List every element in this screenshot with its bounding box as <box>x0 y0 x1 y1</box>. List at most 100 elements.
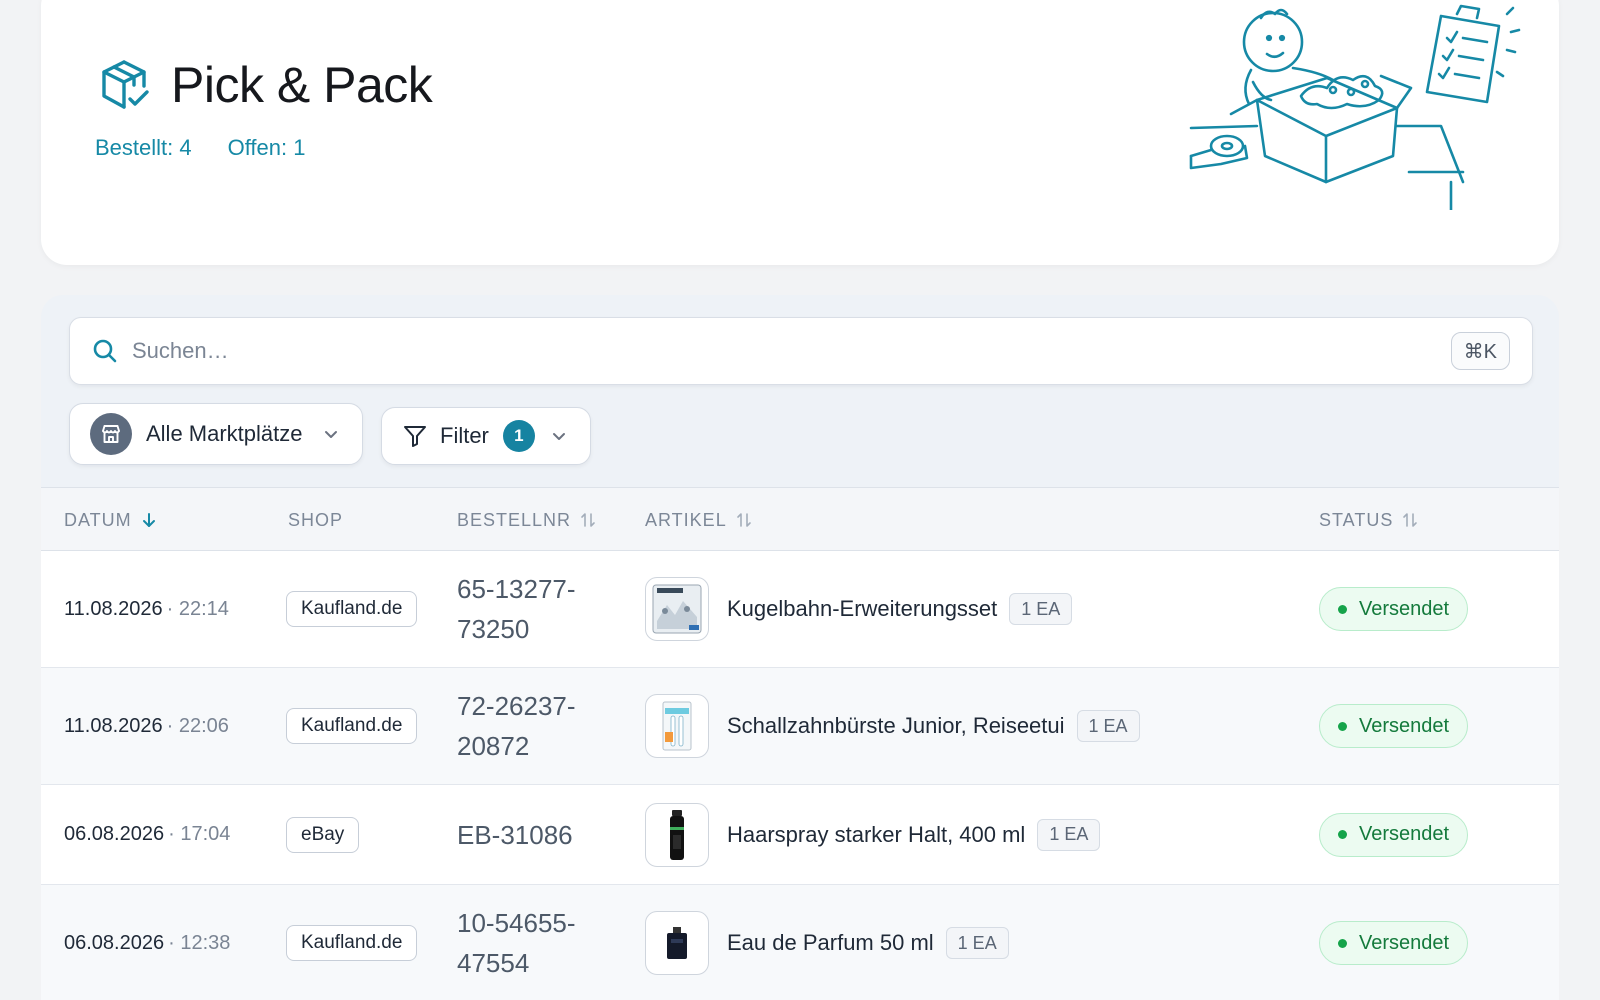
arrow-down-icon <box>142 513 155 527</box>
status-badge: Versendet <box>1319 587 1469 631</box>
order-date: 06.08.2026 <box>64 931 165 954</box>
order-time: · 22:06 <box>166 714 229 737</box>
chevron-down-icon <box>553 433 565 440</box>
chevron-down-icon <box>325 431 337 438</box>
column-article[interactable]: ARTIKEL <box>645 488 753 552</box>
article-name: Eau de Parfum 50 ml <box>727 930 934 955</box>
filter-icon <box>404 426 426 447</box>
column-date-label: DATUM <box>64 509 132 530</box>
packing-person-illustration <box>1189 4 1521 210</box>
order-number-line: 73250 <box>457 614 530 644</box>
shop-cell: Kaufland.de <box>286 668 418 784</box>
order-date: 11.08.2026 <box>64 714 163 737</box>
store-icon <box>90 413 132 455</box>
order-no-cell: EB-31086 <box>457 785 607 884</box>
shop-tag: Kaufland.de <box>286 925 418 961</box>
quantity-badge: 1 EA <box>1009 593 1073 625</box>
search-icon <box>93 339 117 363</box>
order-time: · 12:38 <box>168 931 231 954</box>
date-cell: 11.08.2026 · 22:14 <box>64 551 229 667</box>
status-dot <box>1338 604 1347 614</box>
status-label: Versendet <box>1359 714 1450 737</box>
package-check-icon <box>102 60 149 109</box>
filter-button[interactable]: Filter 1 <box>381 407 591 465</box>
toothbrush-box-thumbnail <box>645 694 709 758</box>
marketplace-label: Alle Marktplätze <box>146 421 303 446</box>
date-cell: 11.08.2026 · 22:06 <box>64 668 229 784</box>
status-label: Versendet <box>1359 823 1450 845</box>
filter-count-badge: 1 <box>502 420 535 452</box>
order-number[interactable]: 10-54655- 47554 <box>457 903 607 983</box>
article-name: Haarspray starker Halt, 400 ml <box>727 821 1026 847</box>
status-label: Versendet <box>1359 931 1450 954</box>
table-header: DATUM SHOP BESTELLNR ARTIKEL STATUS <box>41 487 1559 551</box>
order-no-cell: 10-54655- 47554 <box>457 885 607 1000</box>
order-number[interactable]: 72-26237- 20872 <box>457 686 607 766</box>
order-number-line: 65-13277- <box>457 574 576 604</box>
shop-cell: eBay <box>286 785 360 884</box>
header-card: Pick & Pack Bestellt: 4 Offen: 1 <box>41 0 1559 265</box>
shop-tag: Kaufland.de <box>286 708 418 744</box>
shop-cell: Kaufland.de <box>286 551 418 667</box>
order-number-line: 72-26237- <box>457 691 576 721</box>
column-shop-label: SHOP <box>288 509 344 530</box>
quantity-badge: 1 EA <box>1076 710 1140 742</box>
order-number[interactable]: 65-13277- 73250 <box>457 569 607 649</box>
article-name: Schallzahnbürste Junior, Reiseetui <box>727 713 1065 738</box>
status-dot <box>1338 830 1347 839</box>
column-status[interactable]: STATUS <box>1319 488 1419 552</box>
shop-tag: Kaufland.de <box>286 591 418 627</box>
title-row: Pick & Pack <box>97 56 433 114</box>
column-article-label: ARTIKEL <box>645 509 727 530</box>
status-cell: Versendet <box>1319 885 1469 1000</box>
order-number-line: EB-31086 <box>457 819 573 850</box>
open-count: Offen: 1 <box>227 135 306 160</box>
filter-label: Filter <box>440 423 489 448</box>
article-cell: Schallzahnbürste Junior, Reiseetui 1 EA <box>645 668 1140 784</box>
order-number[interactable]: EB-31086 <box>457 815 607 855</box>
date-cell: 06.08.2026 · 17:04 <box>64 785 230 884</box>
shortcut-hint: ⌘K <box>1450 332 1510 370</box>
status-badge: Versendet <box>1319 921 1469 965</box>
article-name: Kugelbahn-Erweiterungsset <box>727 596 998 621</box>
order-no-cell: 65-13277- 73250 <box>457 551 607 667</box>
status-cell: Versendet <box>1319 785 1469 884</box>
order-number-line: 10-54655- <box>457 908 576 938</box>
marketplace-dropdown[interactable]: Alle Marktplätze <box>69 403 363 465</box>
sort-icon <box>581 513 595 527</box>
order-number-line: 20872 <box>457 731 530 761</box>
order-no-cell: 72-26237- 20872 <box>457 668 607 784</box>
status-cell: Versendet <box>1319 668 1469 784</box>
ordered-count: Bestellt: 4 <box>95 135 192 160</box>
table-row[interactable]: 11.08.2026 · 22:14 Kaufland.de 65-13277-… <box>41 551 1559 668</box>
article-cell: Eau de Parfum 50 ml 1 EA <box>645 885 1009 1000</box>
order-time: · 22:14 <box>166 597 229 620</box>
table-row[interactable]: 06.08.2026 · 17:04 eBay EB-31086 Haarspr… <box>41 785 1559 885</box>
order-date: 11.08.2026 <box>64 597 163 620</box>
date-cell: 06.08.2026 · 12:38 <box>64 885 230 1000</box>
article-cell: Kugelbahn-Erweiterungsset 1 EA <box>645 551 1073 667</box>
shop-cell: Kaufland.de <box>286 885 418 1000</box>
column-status-label: STATUS <box>1319 509 1394 530</box>
orders-panel: ⌘K Alle Marktplätze Filter 1 <box>41 295 1559 1000</box>
quantity-badge: 1 EA <box>1037 818 1101 851</box>
page-title: Pick & Pack <box>171 57 433 113</box>
status-badge: Versendet <box>1319 704 1469 748</box>
table-row[interactable]: 06.08.2026 · 12:38 Kaufland.de 10-54655-… <box>41 885 1559 1000</box>
status-label: Versendet <box>1359 597 1450 620</box>
sort-icon <box>736 513 751 527</box>
search-box[interactable]: ⌘K <box>69 317 1533 385</box>
header-stats: Bestellt: 4 Offen: 1 <box>95 135 305 161</box>
shop-tag: eBay <box>286 816 360 853</box>
search-input[interactable] <box>132 338 1451 364</box>
sort-icon <box>1403 513 1418 527</box>
column-order-no-label: BESTELLNR <box>457 509 572 530</box>
column-date[interactable]: DATUM <box>64 488 158 552</box>
status-dot <box>1338 938 1347 948</box>
order-time: · 17:04 <box>168 823 231 845</box>
column-order-no[interactable]: BESTELLNR <box>457 488 597 552</box>
status-cell: Versendet <box>1319 551 1469 667</box>
table-row[interactable]: 11.08.2026 · 22:06 Kaufland.de 72-26237-… <box>41 668 1559 785</box>
perfume-bottle-thumbnail <box>645 911 709 975</box>
marble-run-box-thumbnail <box>645 577 709 641</box>
